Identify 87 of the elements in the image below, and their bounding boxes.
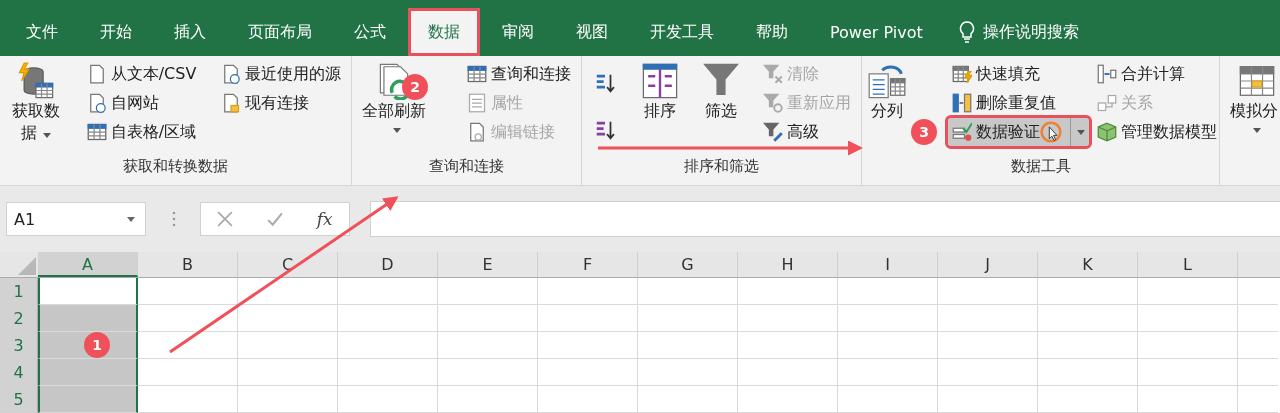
- ribbon-button[interactable]: 从文本/CSV: [82, 60, 201, 88]
- relationships-icon: [1097, 93, 1117, 113]
- ribbon-tab[interactable]: 帮助: [736, 8, 808, 56]
- ribbon-button[interactable]: 筛选: [698, 60, 744, 124]
- cell[interactable]: [38, 278, 138, 305]
- ribbon-button[interactable]: 合并计算: [1093, 60, 1221, 88]
- mouse-cursor-icon: [1040, 121, 1062, 143]
- cancel-icon[interactable]: [217, 211, 234, 227]
- step-badge: 3: [911, 119, 937, 145]
- ribbon-button[interactable]: 高级: [759, 118, 855, 146]
- properties-icon: [467, 93, 487, 113]
- advanced-filter-icon: [763, 122, 783, 142]
- insert-function-button[interactable]: fx: [316, 209, 333, 229]
- ribbon-tab[interactable]: 文件: [6, 8, 78, 56]
- caret-icon: [127, 216, 135, 222]
- ribbon-button[interactable]: 最近使用的源: [217, 60, 345, 88]
- consolidate-icon: [1097, 64, 1117, 84]
- ribbon-button[interactable]: 现有连接: [217, 89, 345, 117]
- database-icon: [17, 62, 55, 100]
- group-label: 排序和筛选: [683, 157, 760, 177]
- ribbon-button[interactable]: 管理数据模型: [1093, 118, 1221, 146]
- cell[interactable]: 1: [38, 332, 138, 359]
- ribbon-button[interactable]: 模拟分: [1226, 60, 1280, 135]
- document-icon: [221, 93, 241, 113]
- name-box[interactable]: A1: [6, 202, 146, 236]
- ribbon-tab[interactable]: 插入: [154, 8, 226, 56]
- grip-icon: [172, 211, 176, 227]
- column-header[interactable]: H: [738, 252, 838, 277]
- group-label: 获取和转换数据: [122, 157, 229, 177]
- sort-icon: [641, 62, 679, 100]
- ribbon-button[interactable]: 2 全部刷新: [358, 60, 436, 135]
- sort-ascending-icon[interactable]: [594, 72, 616, 94]
- column-header[interactable]: I: [838, 252, 938, 277]
- group-label: 查询和连接: [428, 157, 505, 177]
- lightbulb-icon[interactable]: [958, 21, 975, 43]
- column-header[interactable]: E: [438, 252, 538, 277]
- ribbon-button[interactable]: 删除重复值: [948, 89, 1089, 117]
- clear-filter-icon: [763, 64, 783, 84]
- column-header[interactable]: D: [338, 252, 438, 277]
- ribbon-tab[interactable]: 公式: [334, 8, 406, 56]
- cell[interactable]: [38, 386, 138, 413]
- column-header[interactable]: J: [938, 252, 1038, 277]
- step-badge: 2: [402, 74, 428, 100]
- column-header[interactable]: F: [538, 252, 638, 277]
- row-header[interactable]: 4: [0, 359, 38, 386]
- row-header[interactable]: 1: [0, 278, 38, 305]
- dropdown-arrow[interactable]: [1070, 118, 1085, 146]
- document-clock-icon: [221, 64, 241, 84]
- reapply-filter-icon: [763, 93, 783, 113]
- ribbon-button[interactable]: 查询和连接: [463, 60, 575, 88]
- column-header[interactable]: A: [38, 252, 138, 277]
- column-header[interactable]: G: [638, 252, 738, 277]
- column-header[interactable]: K: [1038, 252, 1138, 277]
- table-icon: [86, 122, 107, 142]
- remove-duplicates-icon: [952, 93, 972, 113]
- data-validation-icon: [952, 122, 972, 142]
- check-icon[interactable]: [266, 211, 285, 227]
- column-header[interactable]: L: [1138, 252, 1238, 277]
- ribbon-button[interactable]: 自网站: [82, 89, 201, 117]
- edit-links-icon: [467, 122, 487, 142]
- ribbon-tab[interactable]: 页面布局: [228, 8, 332, 56]
- data-model-icon: [1097, 122, 1117, 142]
- step-badge: 1: [84, 332, 110, 358]
- ribbon-tab[interactable]: Power Pivot: [810, 8, 943, 56]
- ribbon-button[interactable]: 排序: [637, 60, 683, 124]
- ribbon-button[interactable]: 快速填充: [948, 60, 1089, 88]
- tell-me-search[interactable]: 操作说明搜索: [982, 8, 1079, 56]
- row-header[interactable]: 5: [0, 386, 38, 413]
- ribbon-tab[interactable]: 视图: [556, 8, 628, 56]
- ribbon-button[interactable]: 获取数据: [6, 60, 66, 146]
- row-header[interactable]: 3: [0, 332, 38, 359]
- ribbon-button[interactable]: 自表格/区域: [82, 118, 201, 146]
- row-header[interactable]: 2: [0, 305, 38, 332]
- sort-descending-icon[interactable]: [594, 119, 616, 141]
- queries-pane-icon: [467, 64, 487, 84]
- select-all-triangle-icon[interactable]: [18, 257, 36, 275]
- ribbon-tab[interactable]: 审阅: [482, 8, 554, 56]
- ribbon-tab[interactable]: 数据: [408, 8, 480, 56]
- cell[interactable]: [38, 305, 138, 332]
- formula-input[interactable]: [370, 201, 1280, 237]
- flash-fill-icon: [952, 64, 972, 84]
- ribbon-button[interactable]: 分列: [864, 60, 910, 124]
- ribbon-tab[interactable]: 开发工具: [630, 8, 734, 56]
- column-header[interactable]: B: [138, 252, 238, 277]
- ribbon-tab[interactable]: 开始: [80, 8, 152, 56]
- group-label: 数据工具: [1009, 157, 1072, 177]
- cell[interactable]: [38, 359, 138, 386]
